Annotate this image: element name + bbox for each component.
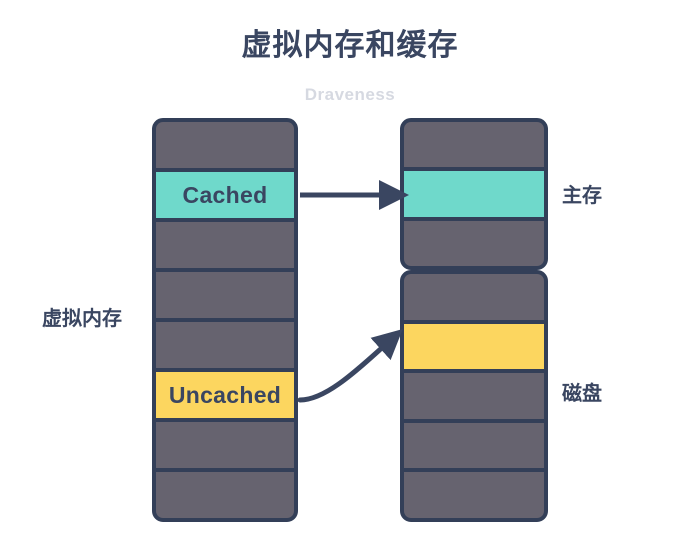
diagram-canvas: 虚拟内存和缓存 Draveness 虚拟内存 主存 磁盘 Cached Unca… <box>0 0 700 540</box>
label-virtual-memory: 虚拟内存 <box>42 308 122 330</box>
cell-main-2 <box>404 220 544 266</box>
label-disk: 磁盘 <box>562 383 602 405</box>
cell-virtual-uncached: Uncached <box>156 372 294 422</box>
cell-virtual-2 <box>156 222 294 272</box>
arrow-uncached-to-disk <box>297 328 403 403</box>
cell-disk-4 <box>404 472 544 518</box>
arrow-layer <box>297 180 409 403</box>
cell-disk-2 <box>404 373 544 423</box>
cell-disk-3 <box>404 422 544 473</box>
page-title: 虚拟内存和缓存 <box>241 29 459 62</box>
cell-main-cached <box>404 171 544 221</box>
column-main-memory <box>400 118 548 270</box>
page-subtitle: Draveness <box>304 85 396 104</box>
cell-virtual-6 <box>156 422 294 472</box>
cell-disk-uncached <box>404 323 544 374</box>
cell-virtual-7 <box>156 472 294 518</box>
column-virtual-memory: Cached Uncached <box>152 118 298 522</box>
cell-label-uncached: Uncached <box>168 382 282 408</box>
cell-main-0 <box>404 122 544 172</box>
column-disk <box>400 270 548 522</box>
cell-virtual-0 <box>156 122 294 172</box>
cell-label-cached: Cached <box>182 182 268 208</box>
cell-virtual-3 <box>156 272 294 322</box>
label-main-memory: 主存 <box>562 185 602 207</box>
cell-virtual-cached: Cached <box>156 172 294 222</box>
cell-disk-0 <box>404 274 544 324</box>
cell-virtual-4 <box>156 322 294 372</box>
